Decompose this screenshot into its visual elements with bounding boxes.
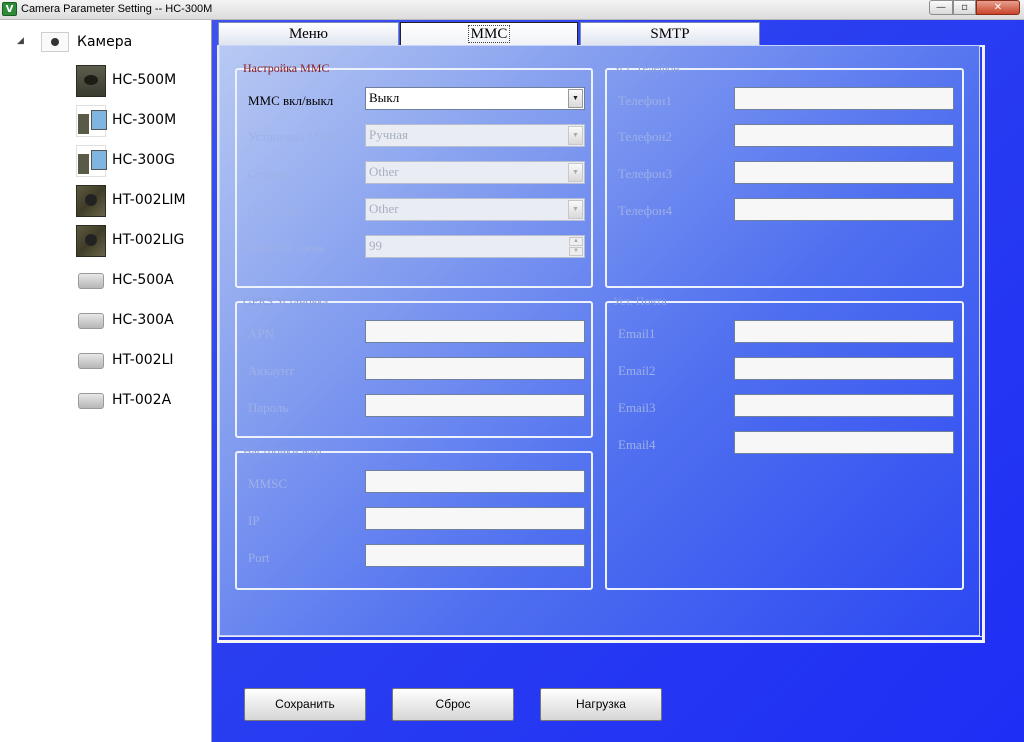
- label-country: Страна: [248, 166, 288, 181]
- camera-grey-icon: [76, 345, 106, 377]
- tree-item-label: HT-002LIM: [112, 192, 186, 208]
- label-email2: Email2: [618, 363, 656, 378]
- chevron-down-icon[interactable]: ▼: [568, 163, 583, 182]
- camera-phone-icon: [76, 145, 107, 177]
- tree-item-label: HT-002LI: [112, 352, 174, 368]
- tree-item-label: HT-002A: [112, 392, 172, 408]
- ip-field[interactable]: [365, 507, 585, 530]
- chevron-down-icon[interactable]: ▼: [568, 126, 583, 145]
- account-field[interactable]: [365, 357, 585, 380]
- window-title: Camera Parameter Setting -- HC-300M: [21, 3, 213, 15]
- camera-grey-icon: [76, 385, 106, 417]
- label-photos-per-day: Фото №./день: [248, 240, 325, 255]
- email3-field[interactable]: [734, 394, 954, 417]
- port-field[interactable]: [365, 544, 585, 567]
- save-button[interactable]: Сохранить: [244, 688, 366, 721]
- group-legend-email: Уст. Почта: [613, 294, 667, 308]
- email4-field[interactable]: [734, 431, 954, 454]
- tab-mmc[interactable]: MMC: [400, 22, 578, 46]
- label-phone2: Телефон2: [618, 129, 673, 144]
- label-phone4: Телефон4: [618, 203, 673, 218]
- chevron-down-icon[interactable]: ▼: [568, 89, 583, 108]
- tree-item-label: HC-500M: [112, 72, 177, 88]
- tab-mmc-label: MMC: [467, 25, 511, 43]
- tab-smtp[interactable]: SMTP: [580, 22, 760, 46]
- tab-menu[interactable]: Меню: [218, 22, 399, 46]
- load-button[interactable]: Нагрузка: [540, 688, 662, 721]
- apn-field[interactable]: [365, 320, 585, 343]
- group-legend-mms: Настройка MMC: [243, 61, 330, 75]
- phone3-field[interactable]: [734, 161, 954, 184]
- stepper-value: 99: [369, 238, 382, 253]
- label-mms-setup: Установка MMC: [248, 129, 340, 144]
- group-legend-phone: Уст. Телефон: [613, 61, 680, 75]
- tree-item-label: HC-300A: [112, 312, 174, 328]
- mms-setup-select[interactable]: Ручная ▼: [365, 124, 585, 147]
- group-legend-wap: Настройки wap: [243, 444, 322, 458]
- label-phone3: Телефон3: [618, 166, 673, 181]
- tree-root-label: Камера: [77, 34, 133, 50]
- email2-field[interactable]: [734, 357, 954, 380]
- label-mms-onoff: MMC вкл/выкл: [248, 93, 334, 108]
- close-button[interactable]: ✕: [976, 0, 1020, 15]
- collapse-arrow-icon[interactable]: ◢: [17, 35, 24, 46]
- operator-select[interactable]: Other ▼: [365, 198, 585, 221]
- password-field[interactable]: [365, 394, 585, 417]
- camera-grey-icon: [76, 265, 106, 297]
- camera-tree: ◢ Камера HC-500M HC-300M HC-300G HT-002L…: [0, 20, 212, 742]
- camera-camo-icon: [76, 225, 106, 257]
- label-operator: Оператор: [248, 203, 301, 218]
- chevron-down-icon[interactable]: ▼: [568, 200, 583, 219]
- minimize-button[interactable]: —: [929, 0, 953, 15]
- label-apn: APN: [248, 326, 275, 341]
- mms-onoff-select[interactable]: Выкл ▼: [365, 87, 585, 110]
- tree-item-label: HC-300M: [112, 112, 177, 128]
- country-select[interactable]: Other ▼: [365, 161, 585, 184]
- tree-item-label: HC-300G: [112, 152, 175, 168]
- tree-item-label: HT-002LIG: [112, 232, 185, 248]
- label-account: Аккаунт: [248, 363, 295, 378]
- spin-up-icon[interactable]: ▲: [569, 237, 583, 246]
- spin-buttons: ▲ ▼: [569, 237, 583, 256]
- combo-value: Other: [369, 164, 399, 179]
- panel-divider: [217, 636, 985, 637]
- reset-button[interactable]: Сброс: [392, 688, 514, 721]
- label-email3: Email3: [618, 400, 656, 415]
- phone2-field[interactable]: [734, 124, 954, 147]
- photos-per-day-stepper[interactable]: 99 ▲ ▼: [365, 235, 585, 258]
- phone1-field[interactable]: [734, 87, 954, 110]
- label-email4: Email4: [618, 437, 656, 452]
- mmsc-field[interactable]: [365, 470, 585, 493]
- tree-item-label: HC-500A: [112, 272, 174, 288]
- maximize-button[interactable]: ▫: [953, 0, 976, 15]
- combo-value: Other: [369, 201, 399, 216]
- main-area: Меню MMC SMTP Настройка MMC MMC вкл/выкл…: [212, 20, 1024, 742]
- camera-grey-icon: [76, 305, 106, 337]
- title-bar: V Camera Parameter Setting -- HC-300M — …: [0, 0, 1024, 20]
- combo-value: Ручная: [369, 127, 408, 142]
- label-ip: IP: [248, 513, 260, 528]
- label-email1: Email1: [618, 326, 656, 341]
- camera-camo-icon: [76, 185, 106, 217]
- label-phone1: Телефон1: [618, 93, 673, 108]
- label-port: Port: [248, 550, 270, 565]
- label-mmsc: MMSC: [248, 476, 288, 491]
- label-password: Пароль: [248, 400, 289, 415]
- email1-field[interactable]: [734, 320, 954, 343]
- combo-value: Выкл: [369, 90, 400, 105]
- group-legend-gprs: GPRS Установка: [243, 294, 329, 308]
- app-icon: V: [2, 2, 17, 16]
- mmc-settings-panel: Настройка MMC MMC вкл/выкл Выкл ▼ Устано…: [219, 45, 980, 636]
- camera-dark-icon: [76, 65, 106, 97]
- spin-down-icon[interactable]: ▼: [569, 247, 583, 256]
- phone4-field[interactable]: [734, 198, 954, 221]
- camera-icon: [41, 32, 69, 52]
- camera-phone-icon: [76, 105, 107, 137]
